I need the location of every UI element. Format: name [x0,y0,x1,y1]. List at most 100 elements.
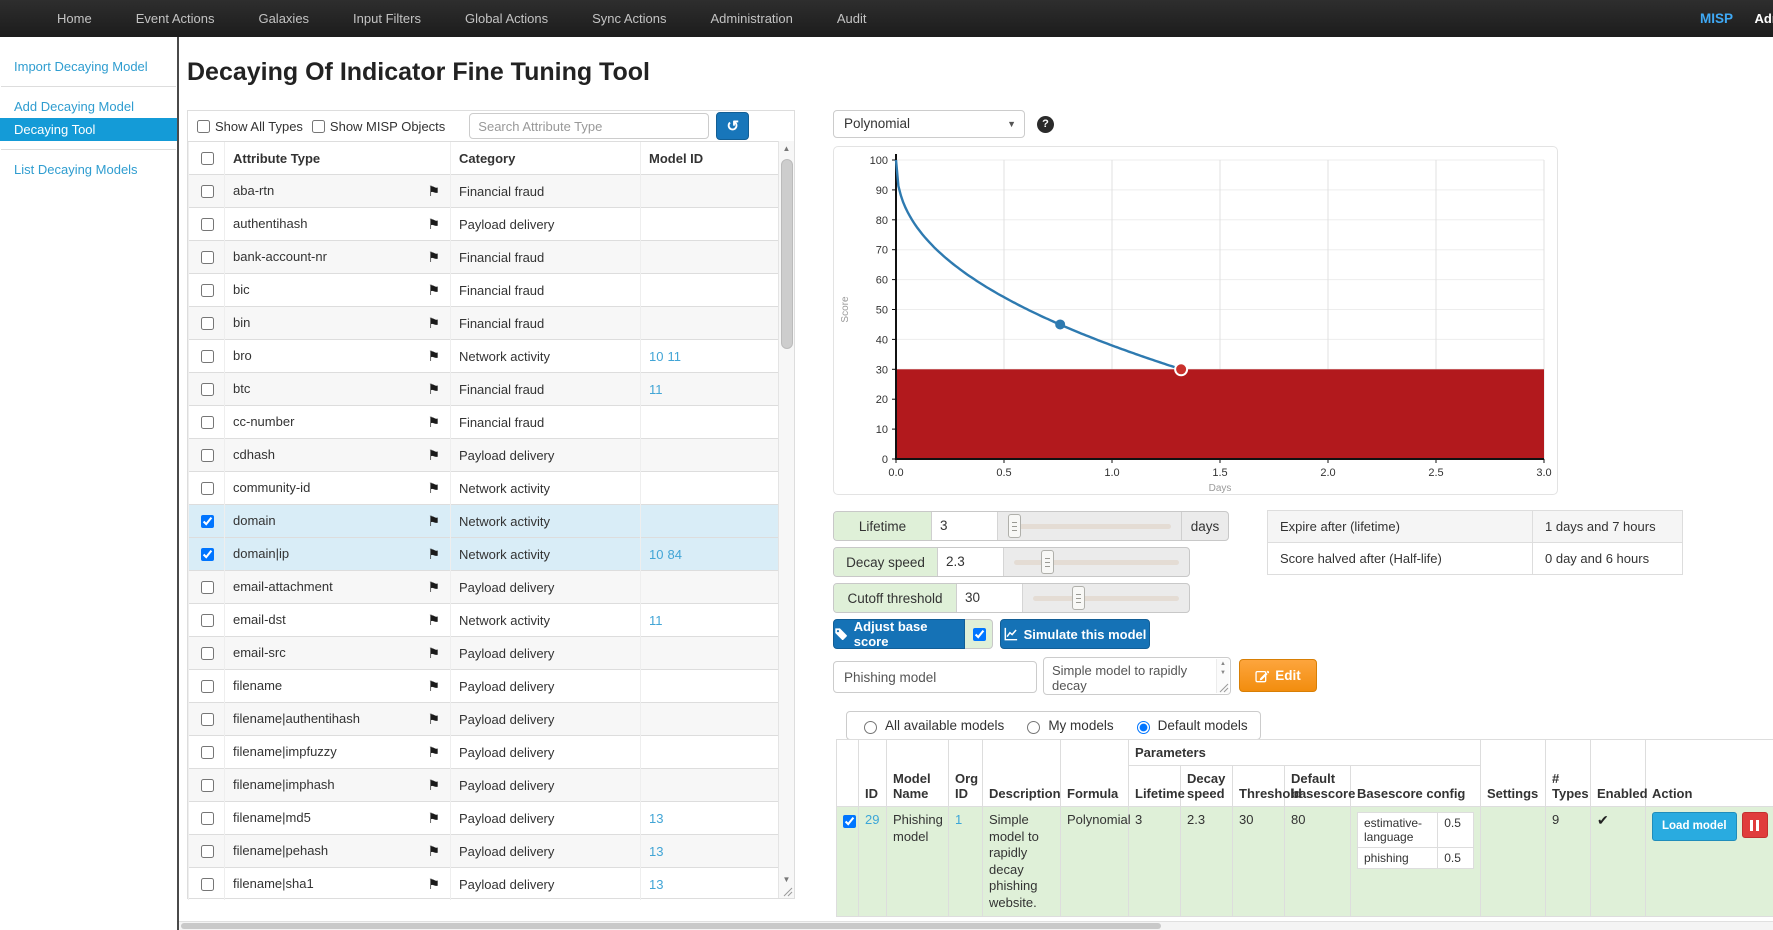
model-row-checkbox[interactable] [843,815,856,828]
cutoff-threshold-slider[interactable] [1023,584,1189,612]
cutoff-handle[interactable] [1175,363,1187,375]
edit-model-button[interactable]: Edit [1239,659,1317,692]
row-checkbox[interactable] [201,746,214,759]
cutoff-threshold-input[interactable] [957,584,1023,612]
attribute-row[interactable]: domain|ip⚑Network activity1084 [189,538,782,571]
row-checkbox[interactable] [201,680,214,693]
row-checkbox[interactable] [201,416,214,429]
row-checkbox[interactable] [201,647,214,660]
formula-select[interactable]: Polynomial ▼ [833,110,1025,138]
model-id-link[interactable]: 29 [865,812,879,827]
slider-track[interactable] [1014,560,1179,565]
model-id-link[interactable]: 84 [667,547,681,562]
attribute-row[interactable]: aba-rtn⚑Financial fraud [189,175,782,208]
model-description-textarea[interactable]: Simple model to rapidly decay [1044,658,1216,694]
model-row[interactable]: 29 Phishing model 1 Simple model to rapi… [837,807,1773,917]
row-checkbox[interactable] [201,713,214,726]
show-all-types-checkbox[interactable] [197,120,210,133]
sidebar-item-list-decaying-models[interactable]: List Decaying Models [0,158,177,181]
scrollbar-thumb[interactable] [781,159,793,349]
scroll-down-icon[interactable]: ▼ [1217,670,1229,676]
model-id-link[interactable]: 11 [667,349,681,364]
scroll-down-icon[interactable]: ▼ [779,875,794,884]
cutoff-threshold-slider-handle[interactable] [1072,586,1085,610]
attribute-row[interactable]: filename⚑Payload delivery [189,670,782,703]
row-checkbox[interactable] [201,284,214,297]
row-checkbox[interactable] [201,581,214,594]
model-filter-radio[interactable] [1137,721,1150,734]
navbar-item-global-actions[interactable]: Global Actions [450,0,563,37]
adjust-base-score-checkbox[interactable] [973,628,986,641]
attribute-row[interactable]: domain⚑Network activity [189,505,782,538]
model-filter-option[interactable]: Default models [1132,718,1248,734]
row-checkbox[interactable] [201,185,214,198]
row-checkbox[interactable] [201,779,214,792]
row-checkbox[interactable] [201,383,214,396]
attribute-row[interactable]: btc⚑Financial fraud11 [189,373,782,406]
model-id-link[interactable]: 13 [649,844,663,859]
attribute-row[interactable]: email-src⚑Payload delivery [189,637,782,670]
decay-speed-slider-handle[interactable] [1041,550,1054,574]
adjust-base-score-button[interactable]: Adjust base score [833,619,965,649]
attribute-row[interactable]: filename|authentihash⚑Payload delivery [189,703,782,736]
decay-speed-input[interactable] [938,548,1004,576]
model-id-link[interactable]: 11 [649,382,663,397]
scroll-up-icon[interactable]: ▲ [1217,661,1229,667]
model-id-link[interactable]: 10 [649,349,663,364]
attribute-row[interactable]: community-id⚑Network activity [189,472,782,505]
attribute-row[interactable]: bic⚑Financial fraud [189,274,782,307]
sidebar-item-import-decaying-model[interactable]: Import Decaying Model [0,55,177,78]
attribute-row[interactable]: filename|impfuzzy⚑Payload delivery [189,736,782,769]
attribute-row[interactable]: cdhash⚑Payload delivery [189,439,782,472]
attribute-row[interactable]: email-dst⚑Network activity11 [189,604,782,637]
row-checkbox[interactable] [201,449,214,462]
attribute-row[interactable]: filename|imphash⚑Payload delivery [189,769,782,802]
attribute-row[interactable]: filename|sha1⚑Payload delivery13 [189,868,782,901]
attribute-row[interactable]: bank-account-nr⚑Financial fraud [189,241,782,274]
slider-track[interactable] [1033,596,1179,601]
attribute-row[interactable]: authentihash⚑Payload delivery [189,208,782,241]
lifetime-slider-handle[interactable] [1008,514,1021,538]
load-model-button[interactable]: Load model [1652,812,1737,841]
search-attribute-input[interactable] [469,113,709,139]
lifetime-slider[interactable] [998,512,1181,540]
row-checkbox[interactable] [201,482,214,495]
model-filter-radio[interactable] [1027,721,1040,734]
navbar-item-input-filters[interactable]: Input Filters [338,0,436,37]
row-checkbox[interactable] [201,878,214,891]
row-checkbox[interactable] [201,218,214,231]
refresh-button[interactable]: ↺ [716,112,749,140]
row-checkbox[interactable] [201,845,214,858]
slider-track[interactable] [1008,524,1171,529]
row-checkbox[interactable] [201,812,214,825]
resize-grip-icon[interactable] [783,887,793,897]
row-checkbox[interactable] [201,317,214,330]
model-name-input[interactable] [833,661,1037,693]
help-icon[interactable]: ? [1037,116,1054,133]
misp-brand-link[interactable]: MISP [1700,0,1733,37]
current-score-handle[interactable] [1055,319,1065,329]
model-filter-option[interactable]: All available models [859,718,1004,734]
scroll-up-icon[interactable]: ▲ [779,144,794,153]
horizontal-scrollbar-thumb[interactable] [181,923,1161,929]
decay-speed-slider[interactable] [1004,548,1189,576]
lifetime-input[interactable] [932,512,998,540]
sidebar-item-add-decaying-model[interactable]: Add Decaying Model [0,95,177,118]
model-filter-option[interactable]: My models [1022,718,1113,734]
row-checkbox[interactable] [201,515,214,528]
navbar-item-event-actions[interactable]: Event Actions [121,0,230,37]
user-menu[interactable]: Admin [1755,0,1773,37]
attribute-row[interactable]: bro⚑Network activity1011 [189,340,782,373]
show-misp-objects-checkbox[interactable] [312,120,325,133]
pause-model-button[interactable] [1742,812,1768,838]
select-all-checkbox[interactable] [201,152,214,165]
org-id-link[interactable]: 1 [955,812,962,827]
sidebar-item-decaying-tool[interactable]: Decaying Tool [0,118,177,141]
row-checkbox[interactable] [201,548,214,561]
navbar-item-audit[interactable]: Audit [822,0,882,37]
simulate-model-button[interactable]: Simulate this model [1000,619,1150,649]
attribute-row[interactable]: filename|pehash⚑Payload delivery13 [189,835,782,868]
model-id-link[interactable]: 11 [649,613,663,628]
model-filter-radio[interactable] [864,721,877,734]
attribute-row[interactable]: email-attachment⚑Payload delivery [189,571,782,604]
